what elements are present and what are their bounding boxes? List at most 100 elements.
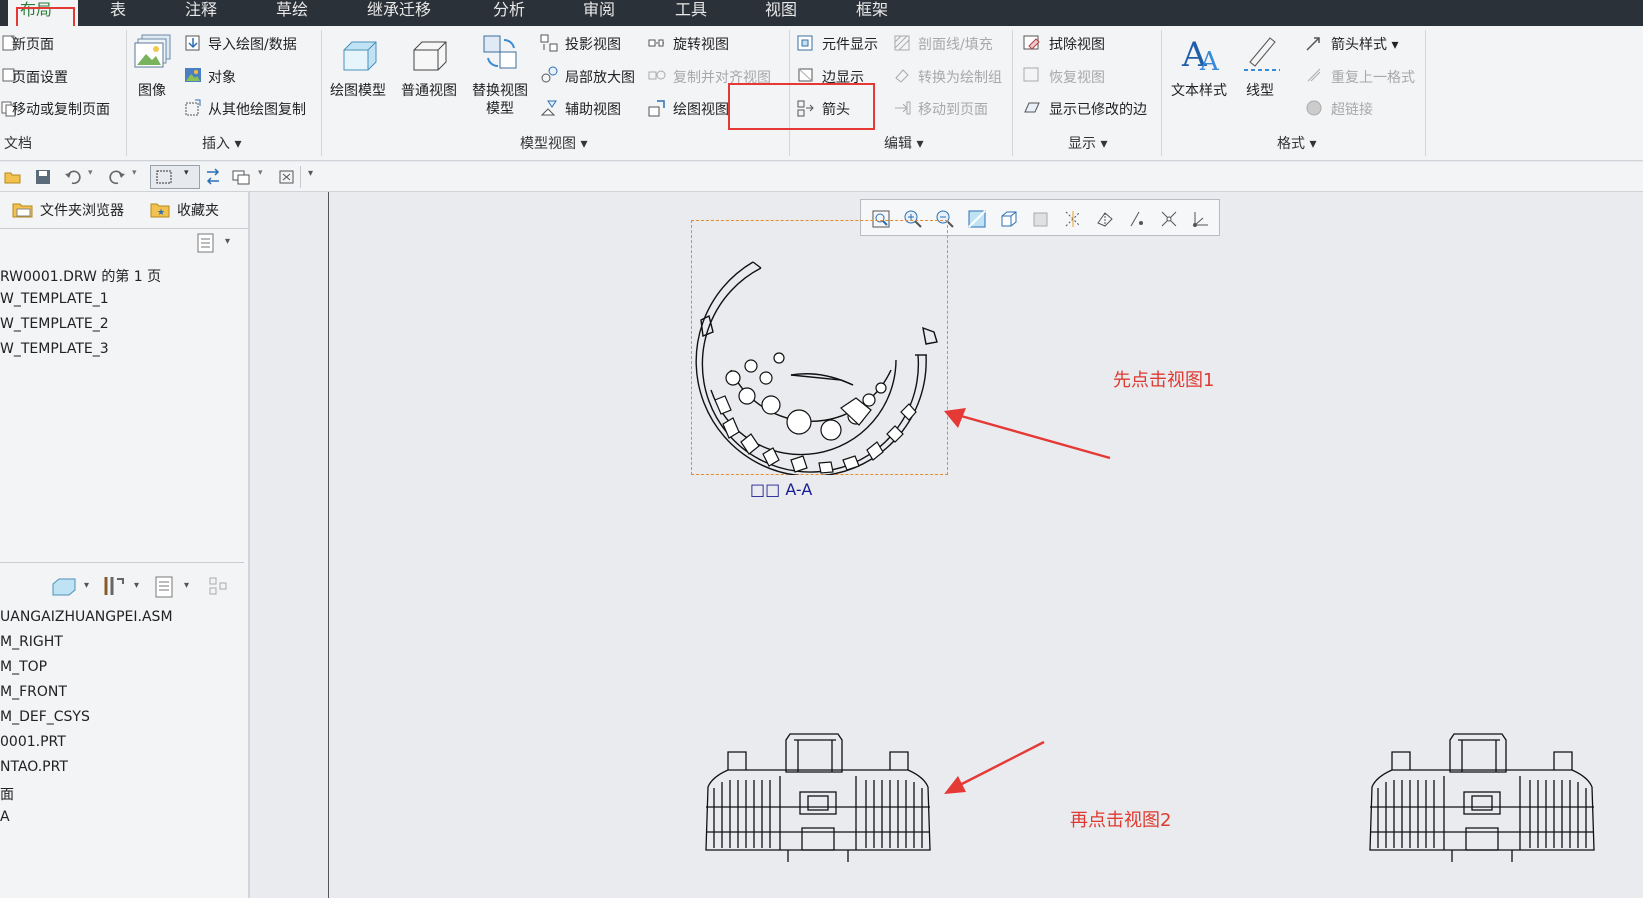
tab-legacy-migration[interactable]: 继承迁移	[367, 0, 431, 26]
regenerate-icon[interactable]	[204, 168, 222, 186]
selection-dropdown-icon[interactable]: ▾	[184, 168, 202, 186]
arrow-style-button[interactable]: 箭头样式 ▾	[1331, 36, 1398, 54]
tab-framework[interactable]: 框架	[856, 0, 888, 26]
revolved-view-button[interactable]: 旋转视图	[673, 36, 729, 54]
drawing-tree-item[interactable]: W_TEMPLATE_2	[0, 316, 109, 332]
replace-view-model-icon	[483, 35, 517, 69]
tree-filter-icon[interactable]	[208, 576, 232, 598]
drawing-view-button[interactable]: 绘图视图	[673, 101, 729, 119]
model-tree-item[interactable]: 面	[0, 784, 14, 804]
model-tree-item[interactable]: A	[0, 809, 10, 825]
projection-view-button[interactable]: 投影视图	[565, 36, 621, 54]
move-copy-page-button[interactable]: 移动或复制页面	[12, 101, 110, 119]
tab-tools[interactable]: 工具	[675, 0, 707, 26]
settings-tools-icon[interactable]	[102, 574, 126, 598]
model-tree-item[interactable]: M_FRONT	[0, 684, 67, 700]
group-label-model-views[interactable]: 模型视图 ▾	[520, 133, 587, 153]
save-icon[interactable]	[34, 168, 52, 186]
projection-view-icon	[540, 34, 558, 52]
datum-axes-icon[interactable]	[1095, 209, 1115, 229]
undo-icon[interactable]	[64, 168, 82, 186]
show-modified-edges-button[interactable]: 显示已修改的边	[1049, 101, 1147, 119]
model-tree-item[interactable]: UANGAIZHUANGPEI.ASM	[0, 609, 173, 625]
tab-sketch[interactable]: 草绘	[276, 0, 308, 26]
redo-dropdown-icon[interactable]: ▾	[132, 168, 150, 186]
line-style-button[interactable]: 线型	[1246, 82, 1274, 100]
section-view-aa[interactable]	[691, 220, 948, 475]
datum-points-icon[interactable]	[1127, 209, 1147, 229]
restore-view-button[interactable]: 恢复视图	[1049, 69, 1105, 87]
model-display-icon[interactable]	[50, 576, 78, 598]
erase-view-button[interactable]: 拭除视图	[1049, 36, 1105, 54]
highlight-box-arrow-button	[728, 83, 875, 130]
model-tree-item[interactable]: M_DEF_CSYS	[0, 709, 90, 725]
model-tree-item[interactable]: M_RIGHT	[0, 634, 63, 650]
drawing-tree-item[interactable]: RW0001.DRW 的第 1 页	[0, 266, 161, 286]
tab-favorites[interactable]: 收藏夹	[177, 200, 219, 220]
datum-planes-icon[interactable]	[1063, 209, 1083, 229]
sheet-border-line	[328, 192, 329, 898]
drawing-tree-item[interactable]: W_TEMPLATE_3	[0, 341, 109, 357]
component-display-button[interactable]: 元件显示	[822, 36, 878, 54]
drawing-tree-item[interactable]: W_TEMPLATE_1	[0, 291, 109, 307]
line-style-icon	[1244, 37, 1280, 71]
drawing-view-3[interactable]	[1362, 732, 1602, 862]
windows-dropdown-icon[interactable]: ▾	[258, 168, 276, 186]
windows-icon[interactable]	[232, 168, 250, 186]
tree-options-dropdown-icon[interactable]: ▾	[225, 236, 230, 247]
move-to-page-button[interactable]: 移动到页面	[918, 101, 988, 119]
undo-dropdown-icon[interactable]: ▾	[88, 168, 106, 186]
tab-view[interactable]: 视图	[765, 0, 797, 26]
toolbar-divider	[300, 166, 301, 188]
copy-from-other-drawing-button[interactable]: 从其他绘图复制	[208, 101, 306, 119]
detail-view-button[interactable]: 局部放大图	[565, 69, 635, 87]
move-to-page-icon	[895, 101, 911, 115]
page-setup-button[interactable]: 页面设置	[12, 69, 68, 87]
csys-display-icon[interactable]	[1191, 209, 1211, 229]
new-page-button[interactable]: 新页面	[12, 36, 54, 54]
display-style-icon[interactable]	[999, 209, 1019, 229]
group-label-format[interactable]: 格式 ▾	[1277, 133, 1316, 153]
tree-list-icon[interactable]	[154, 575, 176, 599]
annotation-text-2: 再点击视图2	[1070, 810, 1172, 831]
arrow-style-icon	[1306, 37, 1320, 51]
model-tree-item[interactable]: NTAO.PRT	[0, 759, 68, 775]
import-drawing-button[interactable]: 导入绘图/数据	[208, 36, 297, 54]
saved-orientations-icon[interactable]	[1031, 209, 1051, 229]
tree-list-dropdown-icon[interactable]: ▾	[184, 580, 189, 591]
restore-view-icon	[1023, 67, 1039, 82]
model-tree-item[interactable]: M_TOP	[0, 659, 47, 675]
close-window-icon[interactable]	[278, 168, 296, 186]
text-style-button[interactable]: 文本样式	[1171, 82, 1227, 100]
model-display-dropdown-icon[interactable]: ▾	[84, 580, 89, 591]
auxiliary-view-button[interactable]: 辅助视图	[565, 101, 621, 119]
convert-to-group-button[interactable]: 转换为绘制组	[918, 69, 1002, 87]
hyperlink-button[interactable]: 超链接	[1331, 101, 1373, 119]
group-label-edit[interactable]: 编辑 ▾	[884, 133, 923, 153]
redo-icon[interactable]	[108, 168, 126, 186]
tab-analysis[interactable]: 分析	[493, 0, 525, 26]
drawing-model-button[interactable]: 绘图模型	[330, 82, 386, 100]
tab-annotate[interactable]: 注释	[185, 0, 217, 26]
drawing-view-2[interactable]	[698, 732, 938, 862]
group-label-display[interactable]: 显示 ▾	[1068, 133, 1107, 153]
repeat-last-format-button[interactable]: 重复上一格式	[1331, 69, 1415, 87]
general-view-button[interactable]: 普通视图	[401, 82, 457, 100]
repaint-icon[interactable]	[967, 209, 987, 229]
image-button[interactable]: 图像	[138, 82, 166, 100]
tab-review[interactable]: 审阅	[583, 0, 615, 26]
object-button[interactable]: 对象	[208, 69, 236, 87]
open-folder-icon[interactable]	[4, 168, 22, 186]
group-label-insert[interactable]: 插入 ▾	[202, 133, 241, 153]
model-tree-item[interactable]: 0001.PRT	[0, 734, 66, 750]
replace-view-model-button[interactable]: 替换视图	[472, 82, 528, 100]
show-tree-options-icon[interactable]	[196, 232, 216, 254]
folder-browser-icon	[12, 203, 33, 218]
view-label-aa: □□ A-A	[750, 480, 813, 499]
hatch-fill-button[interactable]: 剖面线/填充	[918, 36, 993, 54]
settings-dropdown-icon[interactable]: ▾	[134, 580, 139, 591]
coordinate-systems-icon[interactable]	[1159, 209, 1179, 229]
tab-table[interactable]: 表	[110, 0, 126, 26]
tab-folder-browser[interactable]: 文件夹浏览器	[40, 200, 124, 220]
customize-toolbar-icon[interactable]: ▾	[308, 168, 326, 186]
